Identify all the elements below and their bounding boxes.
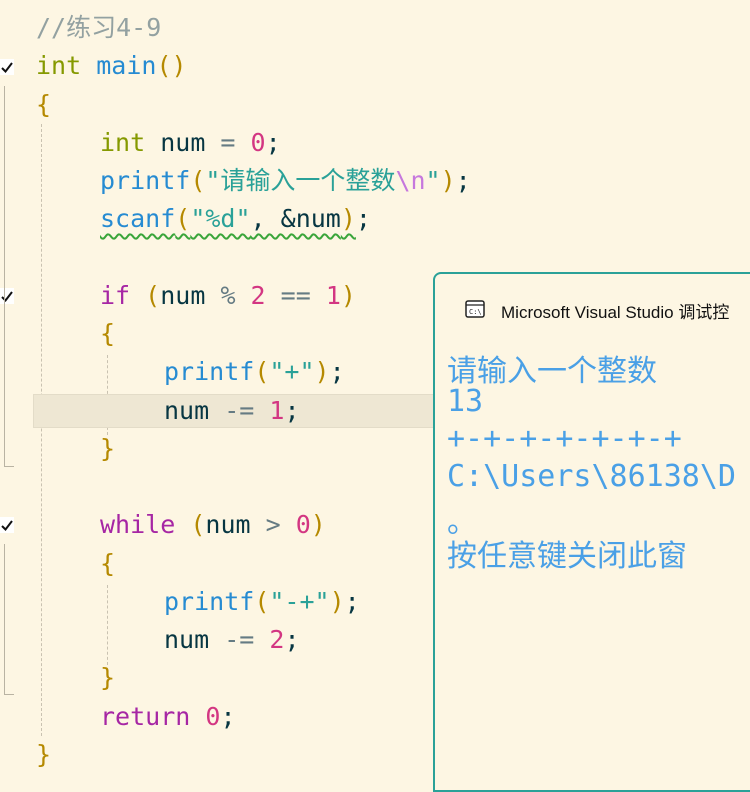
- parens: (): [156, 51, 187, 80]
- operator: -=: [209, 625, 270, 654]
- code-line: num -= 1;: [164, 392, 300, 430]
- paren: (: [190, 510, 206, 539]
- code-line: {: [100, 315, 115, 353]
- string: "-+": [269, 587, 330, 616]
- operator: >: [250, 510, 296, 539]
- number: 2: [250, 281, 266, 310]
- console-title: Microsoft Visual Studio 调试控: [501, 303, 730, 322]
- string: "请输入一个整数: [205, 166, 396, 195]
- semicolon: ;: [455, 166, 471, 195]
- paren: ): [314, 357, 330, 386]
- operator: -=: [209, 396, 270, 425]
- code-line: printf("+");: [164, 353, 345, 391]
- function-call: printf: [100, 166, 191, 195]
- semicolon: ;: [329, 357, 345, 386]
- paren: ): [340, 281, 356, 310]
- console-output-line: 13: [447, 384, 484, 419]
- variable: num: [160, 281, 206, 310]
- function-call: scanf: [100, 204, 176, 233]
- paren: (: [175, 204, 191, 233]
- semicolon: ;: [284, 625, 300, 654]
- code-line: while (num > 0): [100, 506, 326, 544]
- paren: ): [440, 166, 456, 195]
- console-app-icon: C:\: [465, 300, 485, 318]
- function-call: printf: [164, 357, 255, 386]
- semicolon: ;: [284, 396, 300, 425]
- code-line: printf("请输入一个整数\n");: [100, 162, 471, 200]
- warning-squiggle[interactable]: scanf("%d", &num): [100, 204, 356, 233]
- semicolon: ;: [265, 128, 281, 157]
- code-line: scanf("%d", &num);: [100, 200, 371, 238]
- code-line: printf("-+");: [164, 583, 360, 621]
- paren: ): [340, 204, 356, 233]
- code-line: }: [100, 430, 115, 468]
- code-line: {: [100, 545, 115, 583]
- console-output-line: C:\Users\86138\D: [447, 459, 736, 494]
- code-line: }: [100, 659, 115, 697]
- semicolon: ;: [344, 587, 360, 616]
- escape-sequence: \n: [395, 166, 426, 195]
- paren: ): [329, 587, 345, 616]
- function-call: printf: [164, 587, 255, 616]
- console-output-line: +-+-+-+-+-+-+: [447, 421, 682, 456]
- semicolon: ;: [355, 204, 371, 233]
- number: 2: [269, 625, 285, 654]
- argument: , &num: [250, 204, 341, 233]
- brace: }: [100, 434, 116, 463]
- operator: ==: [265, 281, 326, 310]
- number: 0: [295, 510, 311, 539]
- fold-indicator[interactable]: [4, 544, 14, 695]
- fold-indicator[interactable]: [4, 86, 14, 467]
- function-name: main: [96, 51, 157, 80]
- keyword-control: if: [100, 281, 131, 310]
- code-line: int num = 0;: [100, 124, 281, 162]
- code-line: }: [36, 736, 51, 774]
- console-titlebar[interactable]: C:\ Microsoft Visual Studio 调试控: [449, 292, 750, 328]
- brace: {: [100, 549, 116, 578]
- keyword-control: while: [100, 510, 176, 539]
- operator: %: [205, 281, 251, 310]
- console-output-line: 按任意键关闭此窗: [447, 539, 687, 574]
- number: 0: [205, 702, 221, 731]
- brace: }: [36, 740, 52, 769]
- paren: (: [190, 166, 206, 195]
- keyword-control: return: [100, 702, 191, 731]
- code-line: {: [36, 86, 51, 124]
- code-line: //练习4-9: [36, 9, 161, 47]
- string: "%d": [190, 204, 251, 233]
- indent-guide: [41, 124, 42, 736]
- svg-text:C:\: C:\: [469, 308, 482, 316]
- code-line: num -= 2;: [164, 621, 300, 659]
- paren: (: [254, 357, 270, 386]
- variable: num: [164, 625, 210, 654]
- variable: num: [160, 128, 206, 157]
- comment: //练习4-9: [36, 13, 162, 42]
- variable: num: [205, 510, 251, 539]
- indent-guide: [107, 585, 108, 665]
- code-line: return 0;: [100, 698, 236, 736]
- number: 0: [250, 128, 266, 157]
- operator: =: [205, 128, 251, 157]
- editor-gutter: [0, 0, 14, 787]
- number: 1: [325, 281, 341, 310]
- debug-console-window[interactable]: C:\ Microsoft Visual Studio 调试控 请输入一个整数 …: [433, 272, 750, 792]
- paren: ): [310, 510, 326, 539]
- number: 1: [269, 396, 285, 425]
- semicolon: ;: [220, 702, 236, 731]
- brace: {: [36, 90, 52, 119]
- paren: (: [145, 281, 161, 310]
- string: "+": [269, 357, 315, 386]
- checkmark-icon: [0, 59, 14, 75]
- checkmark-icon: [0, 517, 14, 533]
- code-line: if (num % 2 == 1): [100, 277, 356, 315]
- keyword-type: int: [36, 51, 82, 80]
- paren: (: [254, 587, 270, 616]
- brace: {: [100, 319, 116, 348]
- code-line: int main(): [36, 47, 187, 85]
- string: ": [425, 166, 441, 195]
- variable: num: [164, 396, 210, 425]
- keyword-type: int: [100, 128, 146, 157]
- brace: }: [100, 663, 116, 692]
